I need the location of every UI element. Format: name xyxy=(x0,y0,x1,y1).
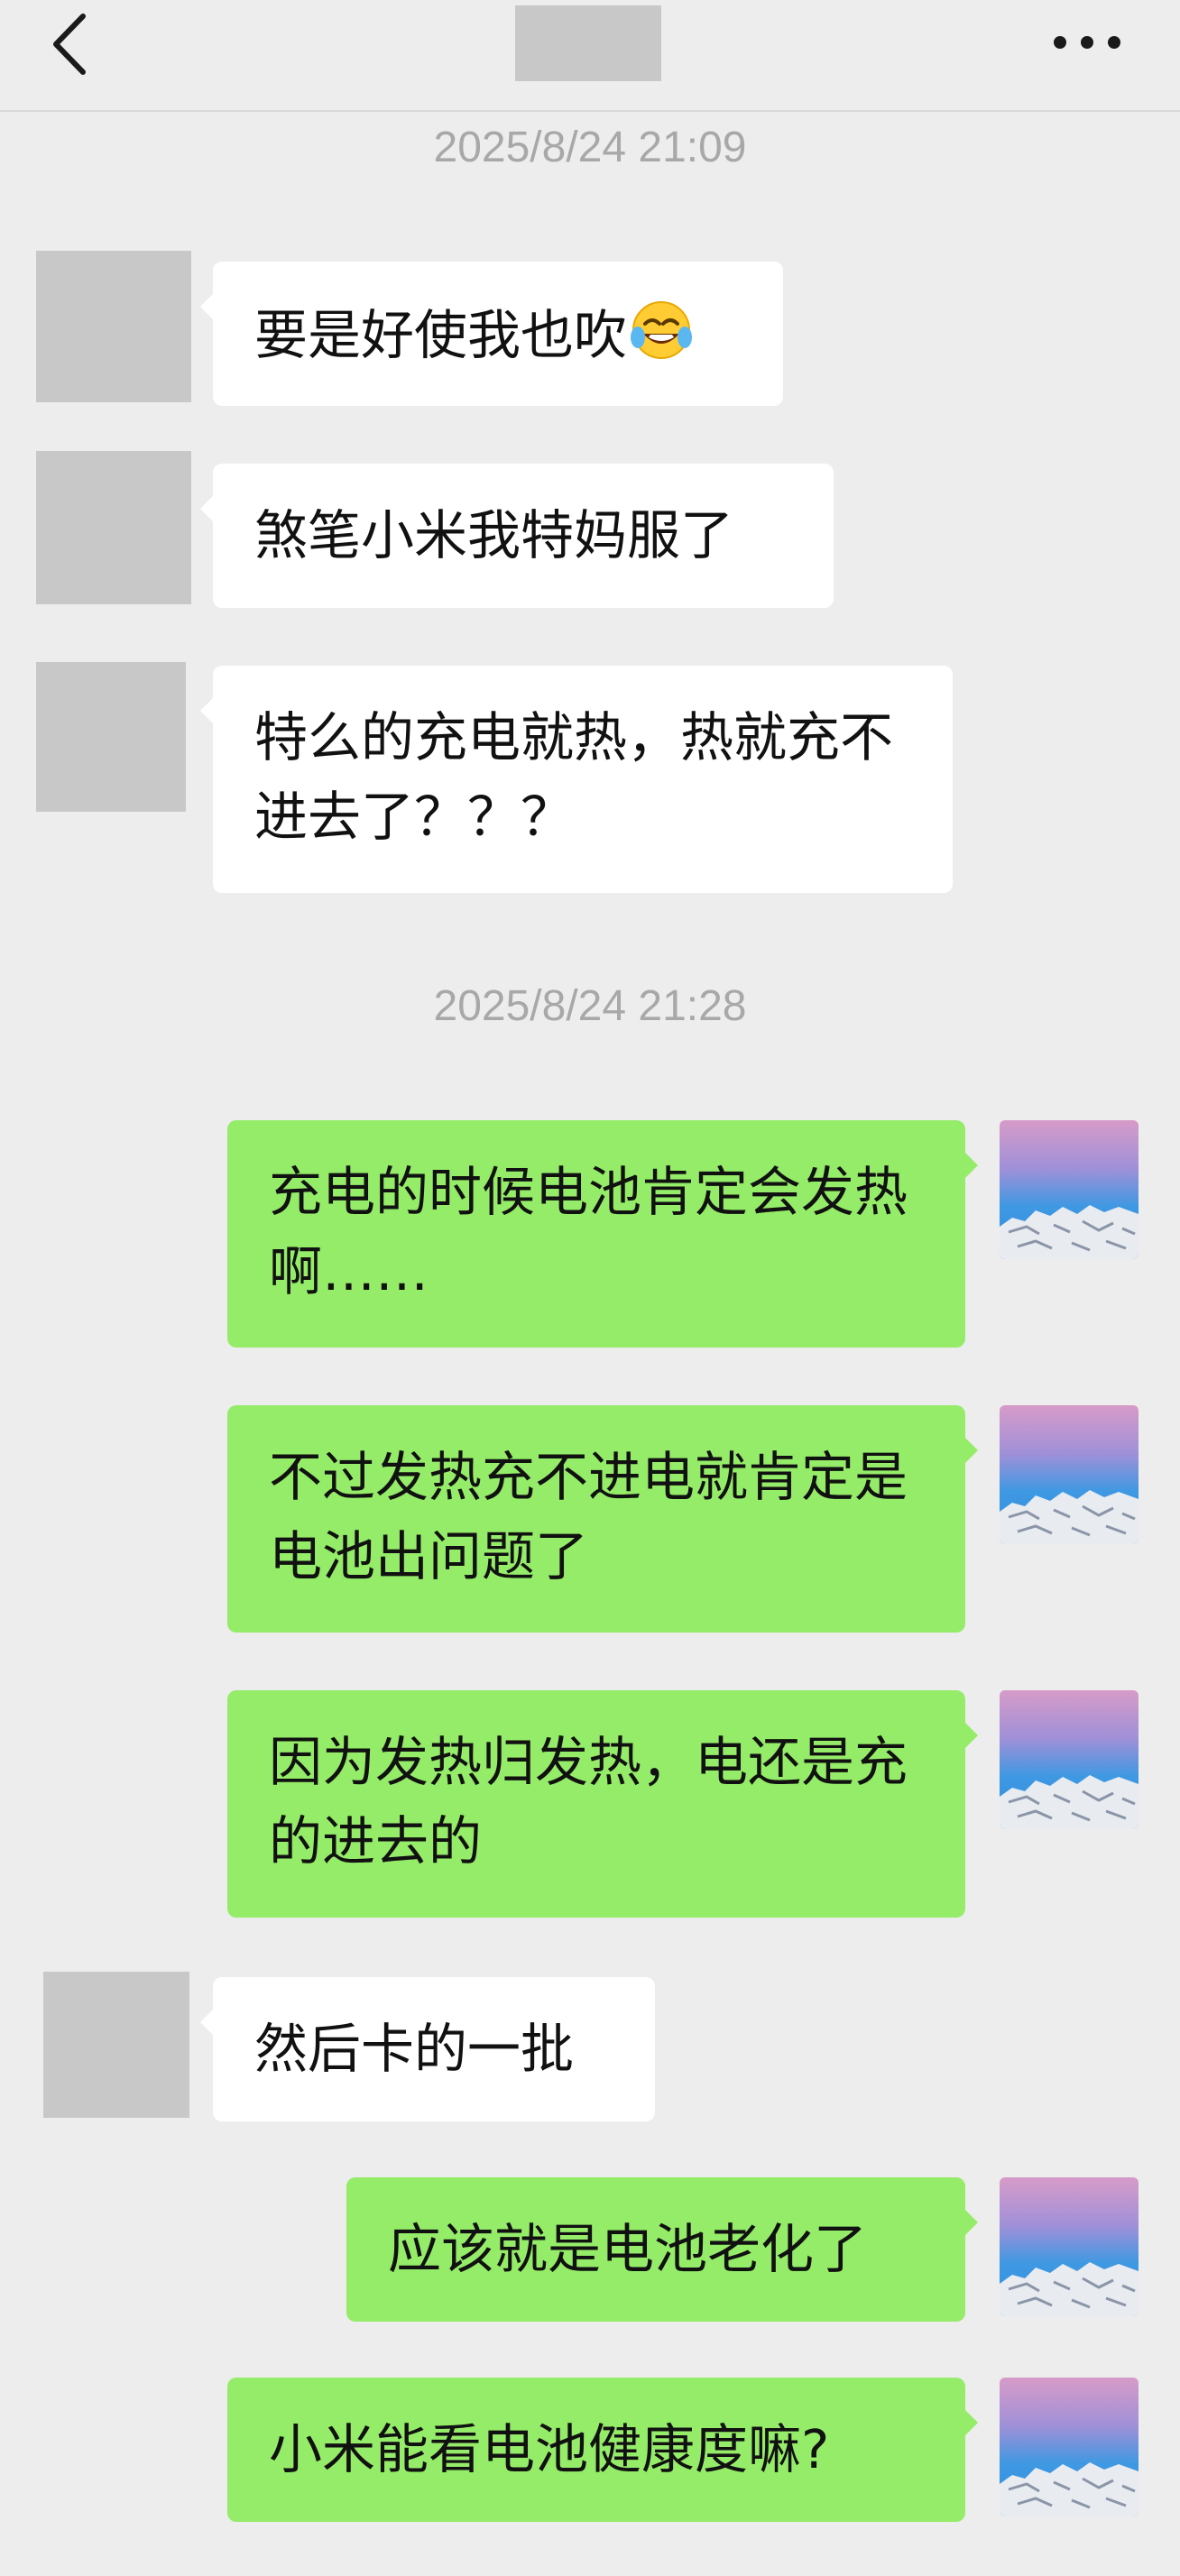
user-avatar[interactable] xyxy=(1000,2378,1139,2516)
chat-header xyxy=(0,0,1180,112)
message-bubble-outgoing[interactable]: 不过发热充不进电就肯定是电池出问题了 xyxy=(227,1405,978,1633)
contact-avatar[interactable] xyxy=(36,451,191,604)
message-bubble-incoming[interactable]: 要是好使我也吹 xyxy=(200,262,783,406)
message-text: 煞笔小米我特妈服了 xyxy=(254,504,734,566)
tears-of-joy-emoji xyxy=(627,294,696,384)
contact-avatar[interactable] xyxy=(43,1972,189,2118)
chat-title-redacted xyxy=(515,5,661,81)
message-text: 不过发热充不进电就肯定是电池出问题了 xyxy=(269,1446,908,1587)
message-text: 因为发热归发热，电还是充的进去的 xyxy=(269,1731,908,1872)
message-bubble-incoming[interactable]: 然后卡的一批 xyxy=(200,1977,655,2121)
message-bubble-outgoing[interactable]: 充电的时候电池肯定会发热啊…… xyxy=(227,1120,978,1348)
back-button[interactable] xyxy=(43,13,97,76)
message-text: 应该就是电池老化了 xyxy=(388,2218,868,2280)
chevron-left-icon xyxy=(53,14,86,75)
message-bubble-outgoing[interactable]: 因为发热归发热，电还是充的进去的 xyxy=(227,1690,978,1918)
message-text: 特么的充电就热，热就充不进去了？？？ xyxy=(254,706,894,848)
ellipsis-icon xyxy=(1054,36,1120,49)
message-text: 然后卡的一批 xyxy=(254,2018,575,2080)
contact-avatar[interactable] xyxy=(36,662,186,812)
user-avatar[interactable] xyxy=(1000,1405,1139,1544)
message-bubble-outgoing[interactable]: 小米能看电池健康度嘛? xyxy=(227,2378,978,2522)
message-bubble-incoming[interactable]: 特么的充电就热，热就充不进去了？？？ xyxy=(200,666,953,893)
timestamp: 2025/8/24 21:28 xyxy=(433,982,747,1030)
user-avatar[interactable] xyxy=(1000,1120,1139,1259)
contact-avatar[interactable] xyxy=(36,251,191,402)
message-text: 小米能看电池健康度嘛? xyxy=(269,2418,830,2480)
user-avatar[interactable] xyxy=(1000,2177,1139,2316)
message-bubble-incoming[interactable]: 煞笔小米我特妈服了 xyxy=(200,464,834,608)
user-avatar[interactable] xyxy=(1000,1690,1139,1829)
timestamp: 2025/8/24 21:09 xyxy=(433,124,747,171)
message-text: 充电的时候电池肯定会发热啊…… xyxy=(269,1161,908,1302)
more-options-button[interactable] xyxy=(1046,20,1128,65)
message-text: 要是好使我也吹 xyxy=(254,304,628,367)
message-bubble-outgoing[interactable]: 应该就是电池老化了 xyxy=(346,2177,978,2322)
